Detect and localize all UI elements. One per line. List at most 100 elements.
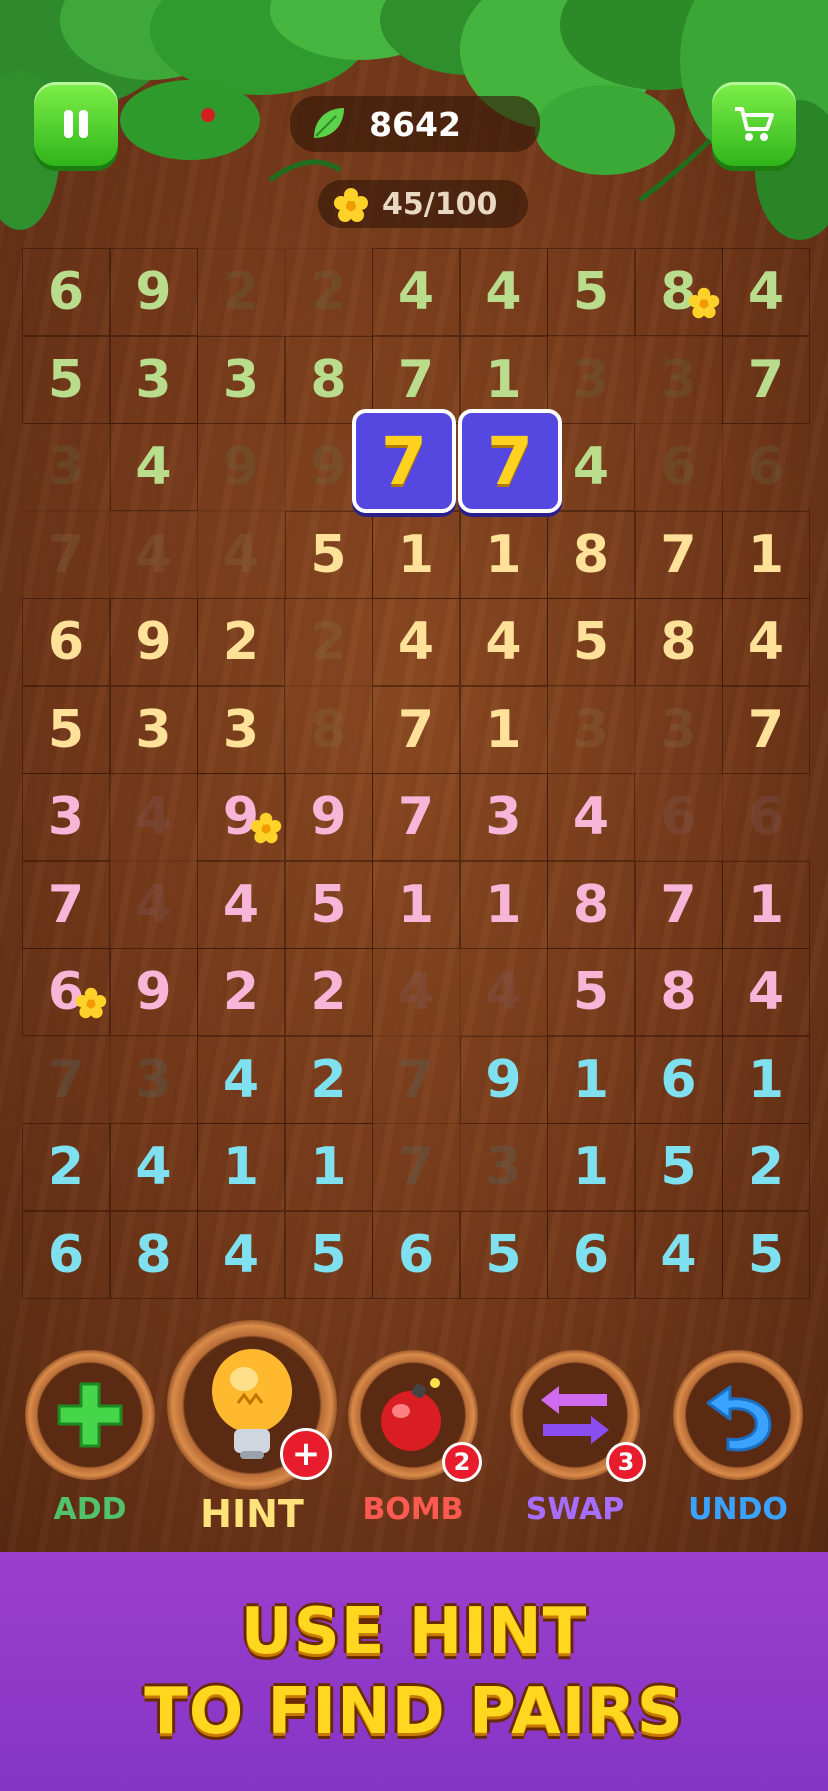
- grid-cell[interactable]: 5: [285, 511, 373, 599]
- grid-cell[interactable]: 3: [110, 686, 198, 774]
- grid-cell[interactable]: 2: [285, 248, 373, 336]
- grid-cell[interactable]: 3: [460, 773, 548, 861]
- grid-cell[interactable]: 2: [197, 248, 285, 336]
- grid-cell[interactable]: 6: [22, 248, 110, 336]
- grid-cell[interactable]: 1: [722, 511, 810, 599]
- grid-cell[interactable]: 1: [722, 1036, 810, 1124]
- grid-cell[interactable]: 1: [460, 861, 548, 949]
- grid-cell[interactable]: 2: [285, 598, 373, 686]
- grid-cell[interactable]: 1: [372, 861, 460, 949]
- bomb-button[interactable]: 2 BOMB: [338, 1320, 488, 1540]
- grid-cell[interactable]: 5: [22, 336, 110, 424]
- grid-cell[interactable]: 4: [722, 248, 810, 336]
- grid-cell[interactable]: 6: [22, 1211, 110, 1299]
- grid-cell[interactable]: 4: [635, 1211, 723, 1299]
- grid-cell[interactable]: 4: [197, 1036, 285, 1124]
- grid-cell[interactable]: 1: [460, 686, 548, 774]
- grid-cell[interactable]: 3: [547, 686, 635, 774]
- highlight-tile[interactable]: 7: [458, 409, 562, 513]
- grid-cell[interactable]: 6: [547, 1211, 635, 1299]
- grid-cell[interactable]: 4: [197, 511, 285, 599]
- grid-cell[interactable]: 5: [22, 686, 110, 774]
- grid-cell[interactable]: 9: [460, 1036, 548, 1124]
- grid-cell[interactable]: 7: [22, 1036, 110, 1124]
- grid-cell[interactable]: 3: [460, 1123, 548, 1211]
- grid-cell[interactable]: 3: [635, 336, 723, 424]
- undo-button[interactable]: UNDO: [663, 1320, 813, 1540]
- pause-button[interactable]: [34, 82, 118, 166]
- grid-cell[interactable]: 2: [722, 1123, 810, 1211]
- grid-cell[interactable]: 2: [197, 598, 285, 686]
- grid-cell[interactable]: 2: [197, 948, 285, 1036]
- hint-button[interactable]: + HINT: [162, 1320, 342, 1540]
- add-button[interactable]: ADD: [15, 1320, 165, 1540]
- grid-cell[interactable]: 2: [285, 1036, 373, 1124]
- grid-cell[interactable]: 4: [460, 248, 548, 336]
- shop-button[interactable]: [712, 82, 796, 166]
- grid-cell[interactable]: 4: [547, 773, 635, 861]
- highlight-tile[interactable]: 7: [352, 409, 456, 513]
- swap-button[interactable]: 3 SWAP: [500, 1320, 650, 1540]
- grid-cell[interactable]: 5: [547, 248, 635, 336]
- grid-cell[interactable]: 9: [110, 948, 198, 1036]
- grid-cell[interactable]: 2: [285, 948, 373, 1036]
- grid-cell[interactable]: 2: [22, 1123, 110, 1211]
- grid-cell[interactable]: 4: [110, 423, 198, 511]
- grid-cell[interactable]: 4: [197, 861, 285, 949]
- grid-cell[interactable]: 6: [22, 598, 110, 686]
- grid-cell[interactable]: 3: [197, 686, 285, 774]
- grid-cell[interactable]: 4: [110, 511, 198, 599]
- grid-cell[interactable]: 1: [547, 1036, 635, 1124]
- grid-cell[interactable]: 4: [460, 948, 548, 1036]
- grid-cell[interactable]: 5: [285, 1211, 373, 1299]
- grid-cell[interactable]: 4: [197, 1211, 285, 1299]
- grid-cell[interactable]: 1: [547, 1123, 635, 1211]
- grid-cell[interactable]: 7: [372, 1123, 460, 1211]
- grid-cell[interactable]: 4: [460, 598, 548, 686]
- grid-cell[interactable]: 7: [22, 511, 110, 599]
- grid-cell[interactable]: 8: [635, 948, 723, 1036]
- grid-cell[interactable]: 7: [722, 336, 810, 424]
- grid-cell[interactable]: 3: [110, 1036, 198, 1124]
- grid-cell[interactable]: 9: [197, 423, 285, 511]
- grid-cell[interactable]: 7: [22, 861, 110, 949]
- grid-cell[interactable]: 5: [547, 948, 635, 1036]
- grid-cell[interactable]: 3: [635, 686, 723, 774]
- grid-cell[interactable]: 4: [110, 1123, 198, 1211]
- grid-cell[interactable]: 4: [722, 948, 810, 1036]
- grid-cell[interactable]: 9: [285, 773, 373, 861]
- grid-cell[interactable]: 1: [722, 861, 810, 949]
- grid-cell[interactable]: 4: [372, 248, 460, 336]
- grid-cell[interactable]: 7: [372, 1036, 460, 1124]
- grid-cell[interactable]: 7: [372, 773, 460, 861]
- grid-cell[interactable]: 5: [722, 1211, 810, 1299]
- grid-cell[interactable]: 3: [22, 773, 110, 861]
- grid-cell[interactable]: 8: [110, 1211, 198, 1299]
- grid-cell[interactable]: 6: [635, 1036, 723, 1124]
- grid-cell[interactable]: 4: [372, 598, 460, 686]
- grid-cell[interactable]: 8: [285, 686, 373, 774]
- grid-cell[interactable]: 4: [722, 598, 810, 686]
- grid-cell[interactable]: 5: [547, 598, 635, 686]
- grid-cell[interactable]: 9: [110, 248, 198, 336]
- grid-cell[interactable]: 6: [722, 423, 810, 511]
- grid-cell[interactable]: 1: [285, 1123, 373, 1211]
- grid-cell[interactable]: 6: [635, 423, 723, 511]
- grid-cell[interactable]: 3: [197, 336, 285, 424]
- grid-cell[interactable]: 6: [722, 773, 810, 861]
- grid-cell[interactable]: 4: [110, 861, 198, 949]
- grid-cell[interactable]: 5: [460, 1211, 548, 1299]
- grid-cell[interactable]: 8: [547, 861, 635, 949]
- grid-cell[interactable]: 7: [722, 686, 810, 774]
- grid-cell[interactable]: 5: [285, 861, 373, 949]
- grid-cell[interactable]: 8: [635, 598, 723, 686]
- grid-cell[interactable]: 8: [547, 511, 635, 599]
- grid-cell[interactable]: 5: [635, 1123, 723, 1211]
- grid-cell[interactable]: 6: [372, 1211, 460, 1299]
- grid-cell[interactable]: 7: [635, 511, 723, 599]
- grid-cell[interactable]: 7: [372, 686, 460, 774]
- grid-cell[interactable]: 7: [635, 861, 723, 949]
- grid-cell[interactable]: 6: [635, 773, 723, 861]
- grid-cell[interactable]: 1: [460, 511, 548, 599]
- grid-cell[interactable]: 3: [110, 336, 198, 424]
